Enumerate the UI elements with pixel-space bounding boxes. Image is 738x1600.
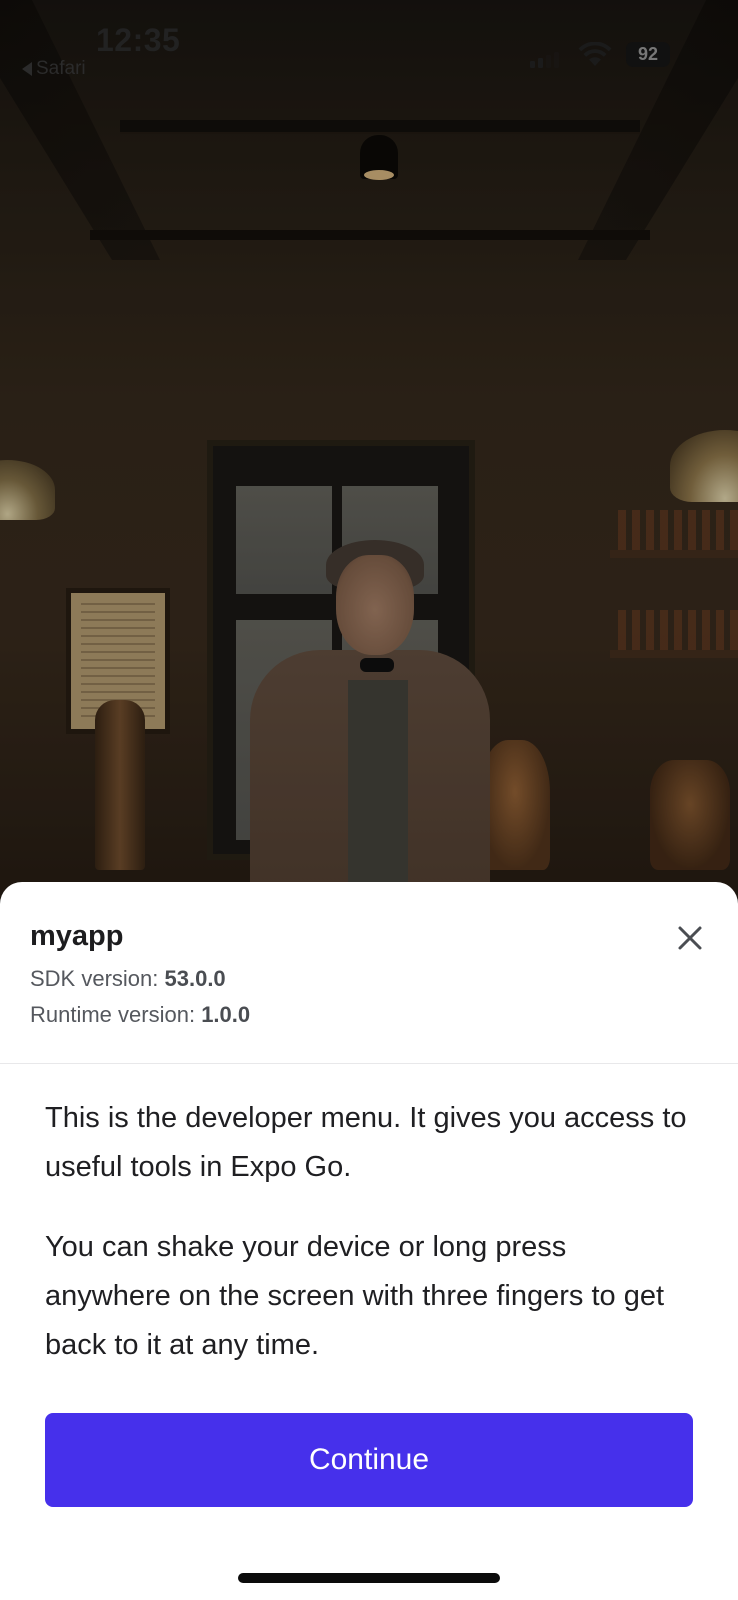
back-app-label: Safari — [36, 58, 86, 79]
back-to-app-link[interactable]: Safari — [22, 58, 86, 80]
wifi-icon — [578, 42, 612, 66]
battery-level: 92 — [637, 44, 659, 64]
sdk-version: SDK version: 53.0.0 — [30, 966, 226, 992]
sdk-version-label: SDK version: — [30, 966, 165, 991]
developer-menu-sheet: myapp SDK version: 53.0.0 Runtime versio… — [0, 882, 738, 1600]
continue-button[interactable]: Continue — [45, 1413, 693, 1507]
photo-overlay — [0, 0, 738, 900]
intro-paragraph: You can shake your device or long press … — [45, 1231, 665, 1361]
back-arrow-icon — [22, 62, 32, 76]
app-name: myapp — [30, 920, 124, 952]
status-bar: 12:35 Safari 92 — [0, 0, 738, 96]
sheet-header: myapp SDK version: 53.0.0 Runtime versio… — [0, 882, 738, 1064]
background-photo — [0, 0, 738, 900]
runtime-version: Runtime version: 1.0.0 — [30, 1002, 250, 1028]
close-button[interactable] — [668, 916, 712, 960]
runtime-version-label: Runtime version: — [30, 1002, 202, 1027]
battery-icon: 92 — [626, 42, 670, 67]
sdk-version-value: 53.0.0 — [164, 966, 226, 991]
home-indicator[interactable] — [238, 1573, 500, 1583]
intro-paragraph: This is the developer menu. It gives you… — [45, 1102, 687, 1183]
cellular-signal-icon — [530, 52, 559, 68]
runtime-version-value: 1.0.0 — [201, 1002, 251, 1027]
status-time: 12:35 — [96, 22, 181, 58]
close-icon — [678, 926, 702, 950]
